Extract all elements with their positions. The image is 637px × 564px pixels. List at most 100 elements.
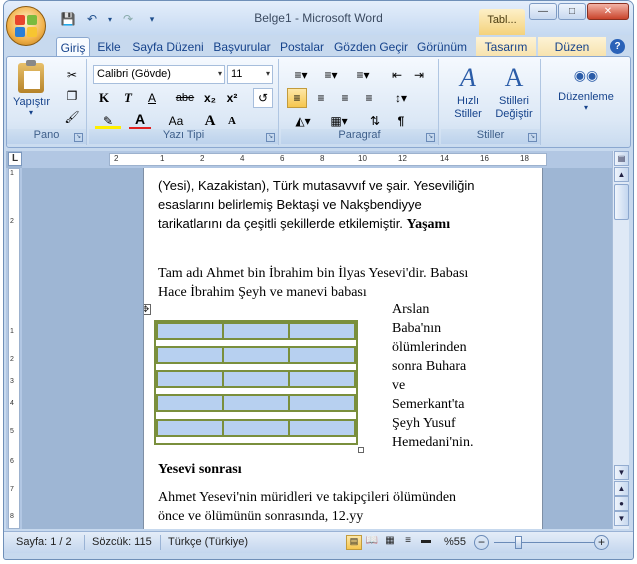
copy-icon[interactable]: ❐ xyxy=(63,86,81,106)
tab-ekle[interactable]: Ekle xyxy=(94,37,124,57)
table-cell[interactable] xyxy=(222,419,290,437)
align-left-icon[interactable]: ≡ xyxy=(287,88,307,108)
zoom-slider-thumb[interactable] xyxy=(515,536,522,549)
borders-icon[interactable]: ▦▾ xyxy=(323,111,355,131)
increase-indent-icon[interactable]: ⇥ xyxy=(409,65,429,85)
word-window: 💾 ↶ ▾ ↷ ▾ Belge1 - Microsoft Word Tabl..… xyxy=(3,0,634,560)
table-cell[interactable] xyxy=(156,322,224,340)
table-cell[interactable] xyxy=(288,370,356,388)
tab-selector-button[interactable]: L xyxy=(8,152,22,166)
pano-launcher-icon[interactable]: ↘ xyxy=(74,133,83,142)
vertical-ruler[interactable]: 1 2 1 2 3 4 5 6 7 8 xyxy=(6,168,22,529)
close-button[interactable]: ✕ xyxy=(587,3,629,20)
quick-styles-button[interactable]: A Hızlı Stiller xyxy=(445,63,491,121)
tab-tasarim[interactable]: Tasarım xyxy=(476,37,536,57)
change-case-button[interactable]: Aa xyxy=(163,111,189,131)
status-word-count[interactable]: Sözcük: 115 xyxy=(92,536,152,548)
font-launcher-icon[interactable]: ↘ xyxy=(266,133,275,142)
align-right-icon[interactable]: ≡ xyxy=(335,88,355,108)
status-page[interactable]: Sayfa: 1 / 2 xyxy=(16,536,72,548)
tab-basvurular[interactable]: Başvurular xyxy=(210,37,274,57)
font-color-button[interactable]: A xyxy=(129,111,151,131)
paragraph-yasami: Tam adı Ahmet bin İbrahim bin İlyas Yese… xyxy=(158,266,469,300)
grow-font-button[interactable]: A xyxy=(201,111,219,131)
table-cell[interactable] xyxy=(222,394,290,412)
strikethrough-button[interactable]: abe xyxy=(173,88,197,108)
tab-postalar[interactable]: Postalar xyxy=(277,37,327,57)
tab-duzen[interactable]: Düzen xyxy=(538,37,606,57)
view-web-layout-icon[interactable]: ▦ xyxy=(382,535,398,550)
zoom-slider-track[interactable] xyxy=(494,542,594,543)
italic-button[interactable]: T xyxy=(119,88,137,108)
table-cell[interactable] xyxy=(288,346,356,364)
side-text: Arslan Baba'nın ölümlerinden sonra Buhar… xyxy=(392,300,473,452)
ruler-toggle-icon[interactable]: ▤ xyxy=(614,151,629,166)
highlight-button[interactable]: ✎ xyxy=(95,111,121,131)
maximize-button[interactable]: □ xyxy=(558,3,586,20)
view-draft-icon[interactable]: ▬ xyxy=(418,535,434,550)
tab-gozden-gecir[interactable]: Gözden Geçir xyxy=(332,37,410,57)
font-size-combo[interactable]: 11 ▾ xyxy=(227,65,273,84)
document-page[interactable]: (Yesi), Kazakistan), Türk mutasavvıf ve … xyxy=(143,168,543,529)
zoom-out-icon[interactable]: − xyxy=(474,535,489,550)
format-painter-icon[interactable]: 🖌 xyxy=(63,107,81,127)
table-cell[interactable] xyxy=(222,370,290,388)
scroll-down-icon[interactable]: ▼ xyxy=(614,465,629,480)
paste-button[interactable]: Yapıştır ▾ xyxy=(13,60,50,117)
status-language[interactable]: Türkçe (Türkiye) xyxy=(168,536,248,548)
table-cell[interactable] xyxy=(222,322,290,340)
scroll-thumb[interactable] xyxy=(614,184,629,220)
vertical-scrollbar[interactable]: ▤ ▲ ▼ ▲ ● ▼ xyxy=(612,151,629,529)
table-cell[interactable] xyxy=(222,346,290,364)
justify-icon[interactable]: ≡ xyxy=(359,88,379,108)
office-button[interactable] xyxy=(6,6,46,46)
table[interactable] xyxy=(154,320,358,445)
table-move-handle-icon[interactable]: ✥ xyxy=(144,304,151,315)
bullets-icon[interactable]: ≡▾ xyxy=(287,65,315,85)
cut-icon[interactable]: ✂ xyxy=(63,65,81,85)
decrease-indent-icon[interactable]: ⇤ xyxy=(387,65,407,85)
shading-icon[interactable]: ◭▾ xyxy=(287,111,319,131)
table-cell[interactable] xyxy=(288,394,356,412)
paragraph-launcher-icon[interactable]: ↘ xyxy=(426,133,435,142)
underline-button[interactable]: A xyxy=(143,88,161,108)
table-cell[interactable] xyxy=(288,322,356,340)
zoom-level[interactable]: %55 xyxy=(444,536,466,548)
tab-sayfa-duzeni[interactable]: Sayfa Düzeni xyxy=(130,37,206,57)
previous-page-icon[interactable]: ▲ xyxy=(614,481,629,496)
sort-icon[interactable]: ⇅ xyxy=(365,111,385,131)
editing-button[interactable]: ◉◉ Düzenleme ▾ xyxy=(547,67,625,112)
next-page-icon[interactable]: ▼ xyxy=(614,511,629,526)
scroll-up-icon[interactable]: ▲ xyxy=(614,167,629,182)
table-cell[interactable] xyxy=(156,419,224,437)
zoom-in-icon[interactable]: + xyxy=(594,535,609,550)
view-full-screen-icon[interactable]: 📖 xyxy=(364,535,380,550)
align-center-icon[interactable]: ≡ xyxy=(311,88,331,108)
table-cell[interactable] xyxy=(156,346,224,364)
table-cell[interactable] xyxy=(156,394,224,412)
multilevel-list-icon[interactable]: ≡▾ xyxy=(349,65,377,85)
numbering-icon[interactable]: ≡▾ xyxy=(317,65,345,85)
view-outline-icon[interactable]: ≡ xyxy=(400,535,416,550)
shrink-font-button[interactable]: A xyxy=(223,111,241,131)
tab-gorunum[interactable]: Görünüm xyxy=(414,37,470,57)
styles-launcher-icon[interactable]: ↘ xyxy=(528,133,537,142)
table-cell[interactable] xyxy=(288,419,356,437)
line-spacing-icon[interactable]: ↕▾ xyxy=(387,88,415,108)
table-cell[interactable] xyxy=(156,370,224,388)
show-marks-icon[interactable]: ¶ xyxy=(391,111,411,131)
select-browse-object-icon[interactable]: ● xyxy=(614,496,629,511)
superscript-button[interactable]: x² xyxy=(223,88,241,108)
view-print-layout-icon[interactable]: ▤ xyxy=(346,535,362,550)
chevron-down-icon: ▾ xyxy=(265,69,270,78)
change-styles-button[interactable]: A Stilleri Değiştir xyxy=(491,63,537,121)
clear-format-icon[interactable]: ↺ xyxy=(253,88,273,108)
table-resize-handle[interactable] xyxy=(358,447,364,453)
bold-button[interactable]: K xyxy=(95,88,113,108)
subscript-button[interactable]: x₂ xyxy=(201,88,219,108)
horizontal-ruler[interactable]: 2 1 2 4 6 8 10 12 14 16 18 xyxy=(22,151,612,168)
tab-giris[interactable]: Giriş xyxy=(56,37,90,58)
minimize-button[interactable]: — xyxy=(529,3,557,20)
help-icon[interactable]: ? xyxy=(610,39,625,54)
font-name-combo[interactable]: Calibri (Gövde) ▾ xyxy=(93,65,225,84)
